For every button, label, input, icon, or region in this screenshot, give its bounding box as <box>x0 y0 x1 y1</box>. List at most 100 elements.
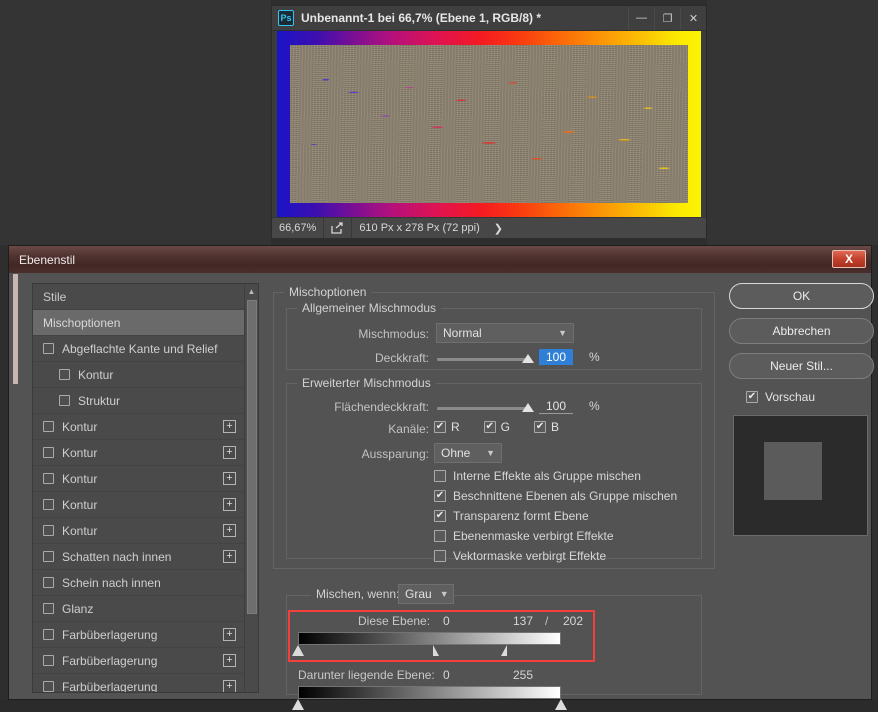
cancel-button[interactable]: Abbrechen <box>729 318 874 344</box>
sidebar-checkbox[interactable] <box>43 499 54 510</box>
sidebar-item-farbueberlagerung-2[interactable]: Farbüberlagerung + <box>33 648 258 674</box>
plus-icon[interactable]: + <box>223 498 236 511</box>
new-style-button[interactable]: Neuer Stil... <box>729 353 874 379</box>
sidebar-checkbox[interactable] <box>43 629 54 640</box>
minimize-button[interactable]: — <box>628 6 654 30</box>
scrollbar-thumb[interactable] <box>247 300 257 614</box>
sidebar-item-kontur-3[interactable]: Kontur + <box>33 466 258 492</box>
sidebar-item-kontur-5[interactable]: Kontur + <box>33 518 258 544</box>
plus-icon[interactable]: + <box>223 472 236 485</box>
styles-sidebar[interactable]: Stile Mischoptionen Abgeflachte Kante un… <box>32 283 259 693</box>
opacity-input[interactable]: 100 <box>539 349 573 365</box>
sidebar-checkbox[interactable] <box>43 447 54 458</box>
sidebar-checkbox[interactable] <box>43 551 54 562</box>
this-layer-white-handle-high[interactable] <box>501 645 507 656</box>
plus-icon[interactable]: + <box>223 524 236 537</box>
sidebar-item-schatten-nach-innen[interactable]: Schatten nach innen + <box>33 544 258 570</box>
option-interne-effekte[interactable]: Interne Effekte als Gruppe mischen <box>434 467 677 484</box>
chevron-up-icon[interactable]: ▲ <box>245 284 258 298</box>
sidebar-checkbox[interactable] <box>59 369 70 380</box>
sidebar-item-farbueberlagerung-3[interactable]: Farbüberlagerung + <box>33 674 258 692</box>
underlying-layer-white-handle[interactable] <box>555 699 567 710</box>
option-transparenz-formt-ebene[interactable]: ✔ Transparenz formt Ebene <box>434 507 677 524</box>
plus-icon[interactable]: + <box>223 680 236 692</box>
sidebar-checkbox[interactable] <box>43 525 54 536</box>
sidebar-item-kontur-1[interactable]: Kontur + <box>33 414 258 440</box>
knockout-select[interactable]: Ohne ▼ <box>434 443 502 463</box>
underlying-layer-white-value[interactable]: 255 <box>513 668 533 682</box>
plus-icon[interactable]: + <box>223 654 236 667</box>
sidebar-item-struktur[interactable]: Struktur <box>33 388 258 414</box>
underlying-layer-gradient[interactable] <box>298 686 561 699</box>
sidebar-checkbox[interactable] <box>43 603 54 614</box>
sidebar-item-schein-nach-innen[interactable]: Schein nach innen <box>33 570 258 596</box>
sidebar-checkbox[interactable] <box>43 421 54 432</box>
opacity-slider[interactable] <box>437 354 534 363</box>
share-icon[interactable] <box>324 218 351 238</box>
this-layer-white-low[interactable]: 137 <box>513 614 533 628</box>
sidebar-item-mischoptionen[interactable]: Mischoptionen <box>33 310 258 336</box>
sidebar-checkbox[interactable] <box>43 343 54 354</box>
this-layer-handles[interactable] <box>292 645 561 658</box>
preview-label: Vorschau <box>765 390 816 404</box>
blend-if-channel-select[interactable]: Grau ▼ <box>398 584 454 604</box>
preview-toggle[interactable]: ✔ Vorschau <box>729 388 874 406</box>
sidebar-item-abgeflachte-kante[interactable]: Abgeflachte Kante und Relief <box>33 336 258 362</box>
underlying-layer-handles[interactable] <box>292 699 567 712</box>
channel-r[interactable]: ✔ R <box>434 420 460 434</box>
sidebar-checkbox[interactable] <box>59 395 70 406</box>
document-image[interactable] <box>277 31 701 217</box>
option-beschnittene-ebenen[interactable]: ✔ Beschnittene Ebenen als Gruppe mischen <box>434 487 677 504</box>
channel-b-checkbox[interactable]: ✔ <box>534 421 547 433</box>
this-layer-black-handle[interactable] <box>292 645 304 656</box>
sidebar-checkbox[interactable] <box>43 473 54 484</box>
sidebar-item-label: Schein nach innen <box>62 575 161 590</box>
sidebar-item-kontur-4[interactable]: Kontur + <box>33 492 258 518</box>
option-checkbox[interactable] <box>434 469 446 482</box>
option-vektormaske-verbirgt[interactable]: Vektormaske verbirgt Effekte <box>434 547 677 564</box>
sidebar-item-stile[interactable]: Stile <box>33 284 258 310</box>
this-layer-white-handle-low[interactable] <box>433 645 439 656</box>
sidebar-checkbox[interactable] <box>43 577 54 588</box>
option-checkbox[interactable] <box>434 549 446 562</box>
option-checkbox[interactable] <box>434 529 446 542</box>
blend-mode-select[interactable]: Normal ▼ <box>436 323 574 343</box>
sidebar-item-kontur-sub[interactable]: Kontur <box>33 362 258 388</box>
option-checkbox[interactable]: ✔ <box>434 489 446 502</box>
sidebar-checkbox[interactable] <box>43 681 54 692</box>
dialog-titlebar[interactable]: Ebenenstil X <box>9 246 871 273</box>
sidebar-item-farbueberlagerung-1[interactable]: Farbüberlagerung + <box>33 622 258 648</box>
opacity-slider-handle[interactable] <box>522 354 534 363</box>
close-button[interactable]: ✕ <box>680 6 706 30</box>
this-layer-white-high[interactable]: 202 <box>563 614 583 628</box>
plus-icon[interactable]: + <box>223 628 236 641</box>
zoom-level[interactable]: 66,67% <box>272 218 323 238</box>
fill-opacity-slider[interactable] <box>437 403 534 412</box>
sidebar-item-kontur-2[interactable]: Kontur + <box>33 440 258 466</box>
channel-r-checkbox[interactable]: ✔ <box>434 421 446 433</box>
plus-icon[interactable]: + <box>223 420 236 433</box>
channel-b[interactable]: ✔ B <box>534 420 559 434</box>
option-ebenenmaske-verbirgt[interactable]: Ebenenmaske verbirgt Effekte <box>434 527 677 544</box>
dialog-close-button[interactable]: X <box>832 250 866 268</box>
plus-icon[interactable]: + <box>223 550 236 563</box>
underlying-layer-black-value[interactable]: 0 <box>443 668 450 682</box>
photoshop-canvas-area[interactable] <box>272 31 706 217</box>
channel-g[interactable]: ✔ G <box>483 420 510 434</box>
sidebar-scrollbar[interactable]: ▲ <box>244 284 258 692</box>
this-layer-black-value[interactable]: 0 <box>443 614 450 628</box>
ok-button[interactable]: OK <box>729 283 874 309</box>
channel-g-checkbox[interactable]: ✔ <box>483 421 496 433</box>
status-expand-arrow[interactable]: ❯ <box>487 218 510 238</box>
maximize-button[interactable]: ❐ <box>654 6 680 30</box>
option-checkbox[interactable]: ✔ <box>434 509 446 522</box>
fill-opacity-input[interactable]: 100 <box>539 398 573 414</box>
sidebar-item-glanz[interactable]: Glanz <box>33 596 258 622</box>
fill-opacity-slider-handle[interactable] <box>522 403 534 412</box>
plus-icon[interactable]: + <box>223 446 236 459</box>
preview-checkbox[interactable]: ✔ <box>746 391 758 403</box>
this-layer-gradient[interactable] <box>298 632 561 645</box>
underlying-layer-black-handle[interactable] <box>292 699 304 710</box>
photoshop-titlebar[interactable]: Ps Unbenannt-1 bei 66,7% (Ebene 1, RGB/8… <box>272 6 706 31</box>
sidebar-checkbox[interactable] <box>43 655 54 666</box>
